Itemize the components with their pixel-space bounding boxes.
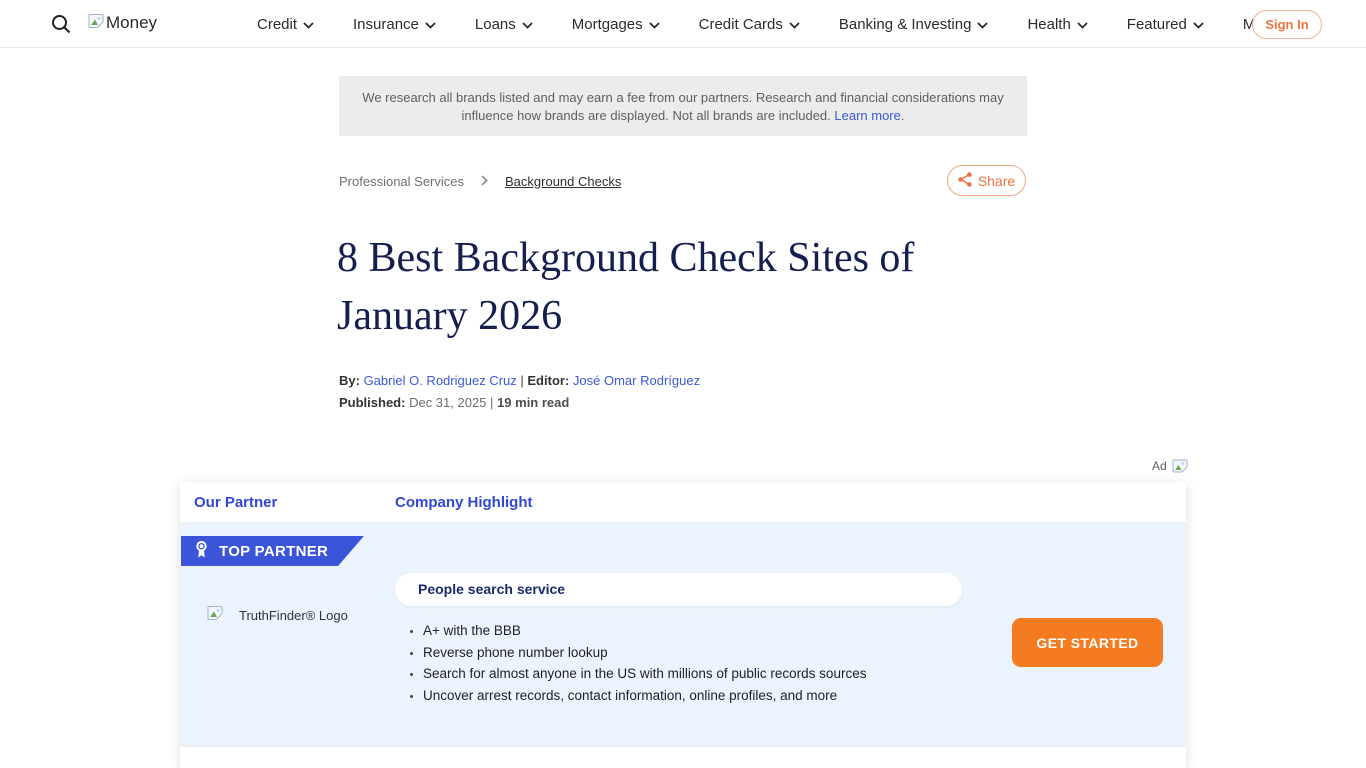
published-label: Published:: [339, 395, 405, 410]
partner-comparison-card: Our Partner Company Highlight TOP PARTNE…: [180, 482, 1186, 768]
page-title: 8 Best Background Check Sites of January…: [337, 229, 1037, 345]
chevron-down-icon: [1077, 22, 1088, 29]
breadcrumb: Professional Services Background Checks: [339, 173, 621, 189]
highlight-bullet: Search for almost anyone in the US with …: [423, 663, 909, 685]
chevron-down-icon: [977, 22, 988, 29]
publish-line: Published: Dec 31, 2025 | 19 min read: [339, 395, 569, 410]
search-icon[interactable]: [50, 13, 72, 35]
main-menu: Credit Insurance Loans Mortgages Credit …: [257, 0, 1294, 48]
highlight-bullet: Reverse phone number lookup: [423, 642, 909, 664]
nav-item-insurance[interactable]: Insurance: [353, 16, 436, 33]
chevron-down-icon: [303, 22, 314, 29]
partner-disclaimer: We research all brands listed and may ea…: [339, 76, 1027, 136]
column-header-company-highlight: Company Highlight: [395, 494, 533, 511]
byline: By: Gabriel O. Rodriguez Cruz | Editor: …: [339, 373, 700, 388]
chevron-down-icon: [649, 22, 660, 29]
by-label: By:: [339, 373, 360, 388]
nav-item-label: Loans: [475, 16, 516, 33]
broken-image-icon: [1172, 459, 1188, 477]
nav-item-label: Credit: [257, 16, 297, 33]
editor-link[interactable]: José Omar Rodríguez: [573, 373, 700, 388]
nav-item-health[interactable]: Health: [1027, 16, 1087, 33]
chevron-down-icon: [1193, 22, 1204, 29]
partner-logo-alt-text: TruthFinder® Logo: [239, 608, 348, 623]
logo-alt-text: Money: [106, 13, 157, 33]
broken-image-icon: [88, 13, 105, 35]
chevron-down-icon: [522, 22, 533, 29]
nav-item-credit[interactable]: Credit: [257, 16, 314, 33]
nav-item-label: Mortgages: [572, 16, 643, 33]
read-time: 19 min read: [497, 395, 569, 410]
nav-item-label: Health: [1027, 16, 1070, 33]
share-button[interactable]: Share: [947, 165, 1026, 196]
disclaimer-period: .: [901, 108, 905, 123]
published-date: Dec 31, 2025: [409, 395, 486, 410]
money-logo[interactable]: Money: [88, 13, 157, 35]
publine-separator: |: [490, 395, 493, 410]
disclaimer-text: We research all brands listed and may ea…: [362, 90, 1003, 123]
nav-item-mortgages[interactable]: Mortgages: [572, 16, 660, 33]
partner-logo[interactable]: TruthFinder® Logo: [207, 605, 348, 625]
next-partner-row-partial: [180, 745, 1186, 768]
card-header-row: Our Partner Company Highlight: [180, 482, 1186, 522]
top-navigation: Money Credit Insurance Loans Mortgages C…: [0, 0, 1366, 48]
breadcrumb-parent-link[interactable]: Professional Services: [339, 174, 464, 189]
learn-more-link[interactable]: Learn more: [834, 108, 900, 123]
nav-item-loans[interactable]: Loans: [475, 16, 533, 33]
author-link[interactable]: Gabriel O. Rodriguez Cruz: [364, 373, 517, 388]
nav-item-banking-investing[interactable]: Banking & Investing: [839, 16, 989, 33]
nav-item-label: Banking & Investing: [839, 16, 972, 33]
editor-label: Editor:: [527, 373, 569, 388]
column-header-our-partner: Our Partner: [180, 494, 395, 511]
broken-image-icon: [207, 605, 224, 625]
nav-item-label: Insurance: [353, 16, 419, 33]
nav-item-label: Featured: [1127, 16, 1187, 33]
breadcrumb-current-link[interactable]: Background Checks: [505, 174, 621, 189]
nav-item-label: Credit Cards: [699, 16, 783, 33]
nav-item-credit-cards[interactable]: Credit Cards: [699, 16, 800, 33]
highlight-bullet-list: A+ with the BBB Reverse phone number loo…: [409, 620, 909, 707]
share-icon: [958, 172, 972, 190]
ad-tag: Ad: [1152, 459, 1188, 477]
get-started-button[interactable]: GET STARTED: [1012, 618, 1163, 667]
sign-in-button[interactable]: Sign In: [1252, 10, 1322, 39]
ad-label: Ad: [1152, 459, 1167, 473]
top-partner-label: TOP PARTNER: [219, 543, 328, 560]
chevron-down-icon: [425, 22, 436, 29]
top-partner-ribbon: TOP PARTNER: [181, 536, 364, 566]
company-highlight-pill: People search service: [395, 573, 962, 606]
share-label: Share: [978, 173, 1015, 189]
byline-separator: |: [520, 373, 523, 388]
highlight-bullet: A+ with the BBB: [423, 620, 909, 642]
chevron-right-icon: [481, 174, 488, 189]
chevron-down-icon: [789, 22, 800, 29]
nav-item-featured[interactable]: Featured: [1127, 16, 1204, 33]
award-medal-icon: [194, 540, 209, 563]
highlight-bullet: Uncover arrest records, contact informat…: [423, 685, 909, 707]
top-partner-row: TOP PARTNER TruthFinder® Logo Our Partne…: [180, 522, 1186, 745]
